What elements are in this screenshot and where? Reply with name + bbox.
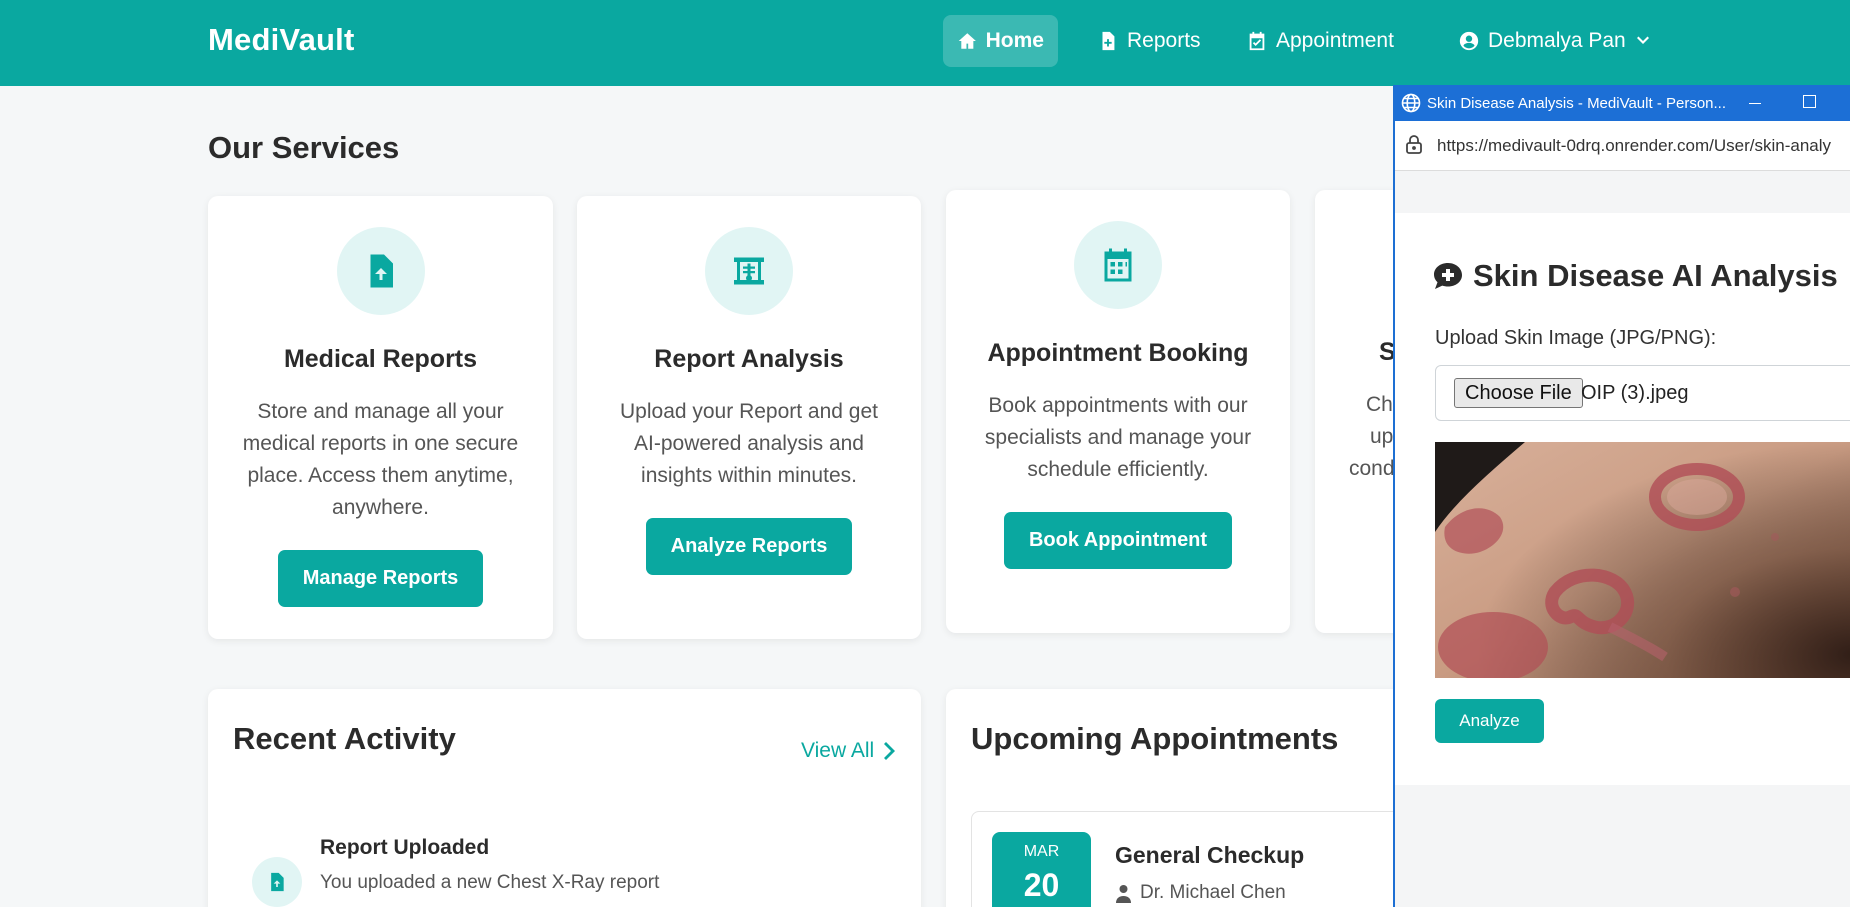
- xray-icon: [734, 257, 764, 285]
- chevron-right-icon: [884, 742, 896, 760]
- manage-reports-button[interactable]: Manage Reports: [277, 550, 484, 607]
- service-description: Upload your Report and get AI-powered an…: [620, 400, 878, 487]
- calendar-icon: [1104, 248, 1132, 282]
- nav-appointment[interactable]: Appointment: [1232, 15, 1408, 67]
- service-card-appointment-booking: Appointment Booking Book appointments wi…: [946, 190, 1290, 633]
- service-icon-circle: [336, 227, 425, 315]
- file-upload-icon: [370, 254, 393, 288]
- skin-analysis-heading: Skin Disease AI Analysis: [1433, 258, 1838, 294]
- service-title: Report Analysis: [654, 345, 844, 373]
- service-card-medical-reports: Medical Reports Store and manage all you…: [208, 196, 553, 639]
- view-all-link[interactable]: View All: [801, 739, 896, 763]
- top-navbar: MediVault Home Reports Appointment Debma…: [0, 0, 1850, 86]
- activity-description: You uploaded a new Chest X-Ray report: [320, 872, 660, 893]
- calendar-check-icon: [1249, 31, 1265, 51]
- skin-image-preview: [1435, 442, 1850, 678]
- address-url[interactable]: https://medivault-0drq.onrender.com/User…: [1437, 136, 1831, 156]
- selected-file-name: OIP (3).jpeg: [1581, 382, 1689, 404]
- nav-reports-label: Reports: [1127, 29, 1201, 52]
- activity-icon-circle: [252, 857, 302, 907]
- user-menu[interactable]: Debmalya Pan: [1444, 15, 1666, 67]
- skin-photo: [1435, 442, 1850, 678]
- maximize-button[interactable]: [1803, 95, 1816, 108]
- skin-analysis-heading-text: Skin Disease AI Analysis: [1473, 258, 1838, 293]
- activity-title: Report Uploaded: [320, 836, 490, 859]
- appointment-month: MAR: [1023, 843, 1060, 860]
- home-icon: [958, 33, 976, 49]
- doctor-icon: [1116, 884, 1131, 903]
- appointment-doctor-name: Dr. Michael Chen: [1140, 882, 1286, 903]
- view-all-label: View All: [801, 739, 875, 762]
- upload-label: Upload Skin Image (JPG/PNG):: [1435, 327, 1717, 349]
- minimize-button[interactable]: [1745, 93, 1765, 113]
- comment-medical-icon: [1434, 263, 1462, 289]
- choose-file-button[interactable]: Choose File: [1454, 378, 1583, 408]
- service-title: Medical Reports: [283, 345, 478, 373]
- service-card-report-analysis: Report Analysis Upload your Report and g…: [577, 196, 921, 639]
- service-description: Store and manage all your medical report…: [242, 400, 519, 519]
- services-title: Our Services: [208, 130, 400, 165]
- appointment-doctor: Dr. Michael Chen: [1115, 882, 1286, 904]
- analyze-reports-button[interactable]: Analyze Reports: [645, 518, 853, 575]
- address-bar[interactable]: https://medivault-0drq.onrender.com/User…: [1395, 121, 1850, 171]
- service-title: Appointment Booking: [987, 339, 1249, 367]
- nav-home-label: Home: [985, 29, 1044, 52]
- service-description: Book appointments with our specialists a…: [984, 394, 1252, 481]
- file-input[interactable]: Choose File OIP (3).jpeg: [1435, 365, 1850, 421]
- recent-activity-panel: Recent Activity View All Report Uploaded…: [208, 689, 921, 907]
- skin-analysis-card: Skin Disease AI Analysis Upload Skin Ima…: [1395, 213, 1850, 785]
- file-upload-icon: [271, 872, 284, 892]
- lock-icon: [1405, 135, 1423, 155]
- service-icon-circle: [705, 227, 793, 315]
- book-appointment-button[interactable]: Book Appointment: [1003, 512, 1233, 569]
- appointment-title: General Checkup: [1115, 842, 1305, 868]
- user-circle-icon: [1459, 31, 1479, 51]
- file-medical-icon: [1102, 31, 1115, 51]
- recent-activity-title: Recent Activity: [233, 721, 456, 756]
- analyze-button[interactable]: Analyze: [1435, 699, 1544, 743]
- user-name: Debmalya Pan: [1488, 29, 1626, 52]
- appointment-day: 20: [1023, 867, 1060, 903]
- popup-window-title: Skin Disease Analysis - MediVault - Pers…: [1427, 95, 1727, 112]
- nav-appointment-label: Appointment: [1276, 29, 1394, 52]
- globe-icon: [1401, 93, 1421, 113]
- nav-home[interactable]: Home: [943, 15, 1058, 67]
- chevron-down-icon: [1636, 36, 1649, 44]
- skin-analysis-popup-window: Skin Disease Analysis - MediVault - Pers…: [1393, 85, 1850, 907]
- nav-reports[interactable]: Reports: [1083, 15, 1215, 67]
- service-icon-circle: [1074, 221, 1162, 309]
- appointment-date-badge: MAR 20: [992, 832, 1091, 907]
- upcoming-appointments-title: Upcoming Appointments: [971, 721, 1339, 756]
- popup-titlebar[interactable]: Skin Disease Analysis - MediVault - Pers…: [1395, 85, 1850, 121]
- brand-logo[interactable]: MediVault: [208, 22, 355, 58]
